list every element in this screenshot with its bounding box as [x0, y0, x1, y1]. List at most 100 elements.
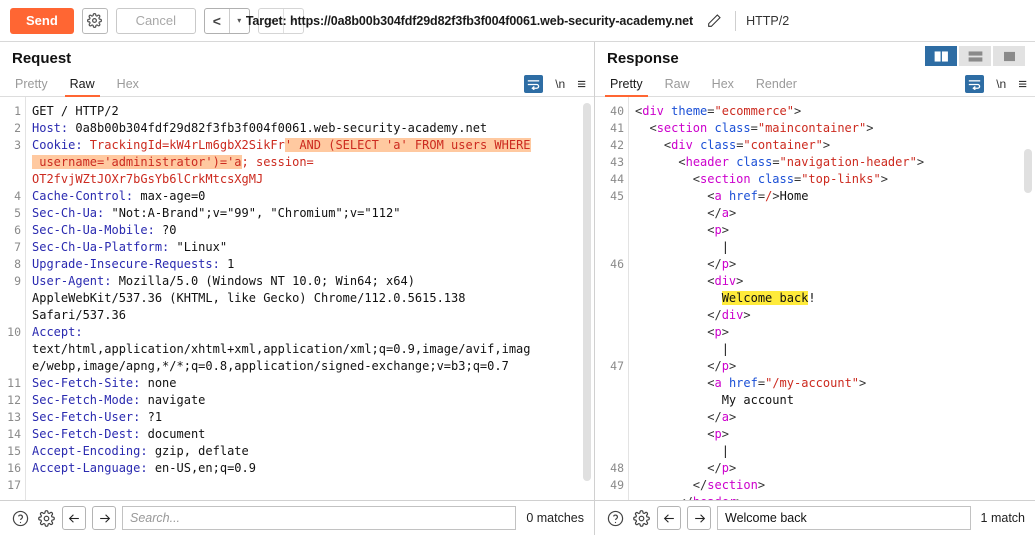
gear-icon[interactable] — [631, 508, 651, 528]
line-number: 6 — [14, 223, 21, 237]
layout-single-pane-button[interactable] — [993, 46, 1025, 66]
search-prev-button[interactable] — [657, 506, 681, 530]
line-number — [0, 171, 21, 188]
line-number — [595, 409, 624, 426]
tab-request-pretty[interactable]: Pretty — [4, 73, 59, 96]
code-line: <section class="maincontainer"> — [649, 121, 874, 135]
tab-response-raw[interactable]: Raw — [654, 73, 701, 96]
code-line: AppleWebKit/537.36 (KHTML, like Gecko) C… — [32, 291, 466, 305]
arrow-left-icon — [68, 513, 79, 523]
code-line: </p> — [707, 257, 737, 271]
gear-icon — [87, 13, 103, 28]
request-search-input[interactable] — [122, 506, 517, 530]
settings-gear-button[interactable] — [81, 7, 108, 34]
tab-response-pretty[interactable]: Pretty — [599, 73, 654, 97]
previous-request-button[interactable]: < ▾ — [203, 7, 250, 34]
tab-response-render[interactable]: Render — [745, 73, 808, 96]
line-number — [0, 290, 21, 307]
line-number — [595, 222, 624, 239]
search-next-button[interactable] — [92, 506, 116, 530]
code-line: User-Agent: Mozilla/5.0 (Windows NT 10.0… — [32, 274, 415, 288]
line-number: 8 — [14, 257, 21, 271]
word-wrap-toggle[interactable] — [965, 75, 985, 93]
code-line: | — [721, 444, 729, 458]
line-number — [0, 358, 21, 375]
line-number — [595, 290, 624, 307]
request-line-numbers: 1 2 3 4 5 6 7 8 9 10 11 12 13 14 15 16 17 — [0, 97, 26, 500]
request-title: Request — [12, 50, 72, 67]
code-line: </p> — [707, 359, 737, 373]
request-scroll-thumb[interactable] — [583, 103, 591, 481]
search-prev-button[interactable] — [62, 506, 86, 530]
arrow-right-icon — [99, 513, 110, 523]
line-number — [595, 273, 624, 290]
tab-request-raw[interactable]: Raw — [59, 73, 106, 97]
help-icon[interactable] — [605, 508, 625, 528]
tab-response-hex[interactable]: Hex — [701, 73, 745, 96]
code-line: Cookie: TrackingId=kW4rLm6gbX2SikFr' AND… — [32, 138, 531, 152]
word-wrap-toggle[interactable] — [524, 75, 544, 93]
request-scrollbar[interactable] — [580, 97, 594, 500]
code-line: Sec-Fetch-User: ?1 — [32, 410, 163, 424]
response-scrollbar[interactable] — [1021, 97, 1035, 500]
code-line: </a> — [707, 410, 737, 424]
word-wrap-icon — [969, 79, 981, 90]
code-line: Safari/537.36 — [32, 308, 126, 322]
burp-repeater-window: Send Cancel < ▾ > ▾ Target: https://0a8b… — [0, 0, 1035, 535]
layout-horizontal-split-button[interactable] — [959, 46, 991, 66]
code-line: <p> — [707, 223, 729, 237]
request-tabs: Pretty Raw Hex \n ≡ — [0, 69, 594, 97]
response-tabs: Pretty Raw Hex Render \n ≡ — [595, 69, 1035, 97]
response-match-count: 1 match — [980, 511, 1025, 525]
send-button[interactable]: Send — [10, 7, 74, 34]
line-number: 15 — [7, 444, 21, 458]
line-number — [595, 205, 624, 222]
code-line: GET / HTTP/2 — [32, 104, 119, 118]
footer-bar: 0 matches — [0, 500, 1035, 535]
cancel-button[interactable]: Cancel — [115, 7, 196, 34]
request-match-count: 0 matches — [526, 511, 584, 525]
help-icon[interactable] — [10, 508, 30, 528]
code-line: <section class="top-links"> — [692, 172, 888, 186]
code-line: Host: 0a8b00b304fdf29d82f3fb3f004f0061.w… — [32, 121, 488, 135]
response-search-input[interactable] — [717, 506, 971, 530]
request-editor[interactable]: 1 2 3 4 5 6 7 8 9 10 11 12 13 14 15 16 17 GET / HTTP/2 Ho… — [0, 97, 594, 500]
response-body[interactable]: <div theme="ecommerce"> <section class="… — [629, 97, 1035, 500]
line-number: 42 — [610, 138, 624, 152]
line-number: 46 — [610, 257, 624, 271]
top-toolbar: Send Cancel < ▾ > ▾ Target: https://0a8b… — [0, 0, 1035, 42]
code-line: Sec-Fetch-Site: none — [32, 376, 177, 390]
code-line: </div> — [707, 308, 751, 322]
show-newlines-toggle[interactable]: \n — [996, 77, 1006, 91]
show-newlines-toggle[interactable]: \n — [555, 77, 565, 91]
response-line-numbers: 40 41 42 43 44 45 46 47 48 49 — [595, 97, 629, 500]
gear-icon[interactable] — [36, 508, 56, 528]
line-number — [0, 154, 21, 171]
tab-request-hex[interactable]: Hex — [106, 73, 150, 96]
search-next-button[interactable] — [687, 506, 711, 530]
code-line: text/html,application/xhtml+xml,applicat… — [32, 342, 531, 356]
code-line: Sec-Ch-Ua-Mobile: ?0 — [32, 223, 177, 237]
line-number: 5 — [14, 206, 21, 220]
single-pane-icon — [1003, 51, 1015, 61]
response-menu-button[interactable]: ≡ — [1018, 77, 1027, 92]
code-line: Upgrade-Insecure-Requests: 1 — [32, 257, 235, 271]
edit-target-button[interactable] — [703, 10, 725, 32]
request-pane: Request Pretty Raw Hex \n ≡ 1 2 3 4 5 6 … — [0, 42, 595, 500]
code-line: </p> — [707, 461, 737, 475]
layout-vertical-split-button[interactable] — [925, 46, 957, 66]
code-line: Accept-Language: en-US,en;q=0.9 — [32, 461, 256, 475]
line-number: 3 — [14, 138, 21, 152]
http-version-label: HTTP/2 — [746, 13, 790, 28]
request-body[interactable]: GET / HTTP/2 Host: 0a8b00b304fdf29d82f3fb… — [26, 97, 594, 500]
response-scroll-thumb[interactable] — [1024, 149, 1032, 193]
request-menu-button[interactable]: ≡ — [577, 77, 586, 92]
response-tab-tools: \n ≡ — [965, 75, 1027, 96]
response-editor[interactable]: 40 41 42 43 44 45 46 47 48 49 <div theme="ecommer… — [595, 97, 1035, 500]
line-number — [595, 375, 624, 392]
code-line: <a href="/my-account"> — [707, 376, 867, 390]
line-number: 4 — [14, 189, 21, 203]
line-number: 40 — [610, 104, 624, 118]
pencil-icon — [708, 13, 721, 27]
